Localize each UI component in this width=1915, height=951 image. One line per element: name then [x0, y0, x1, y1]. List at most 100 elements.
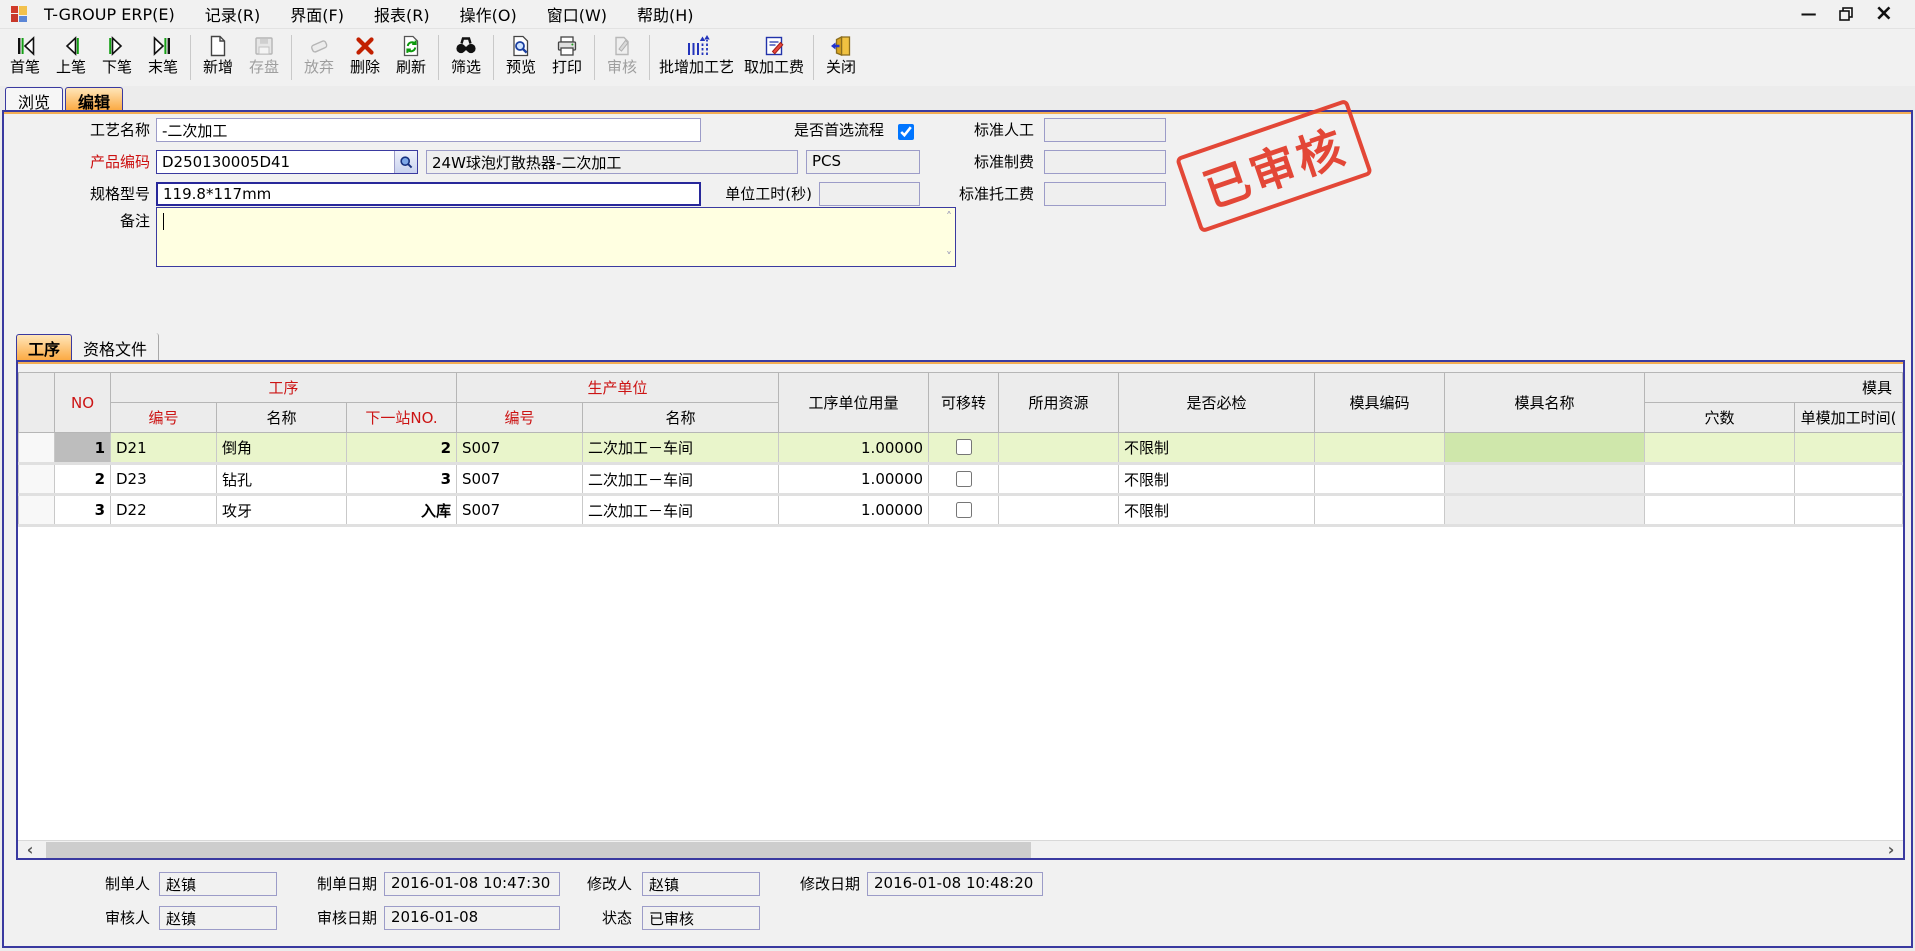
first-record-button[interactable]: 首笔	[2, 31, 48, 76]
menu-app[interactable]: T-GROUP ERP(E)	[40, 5, 190, 24]
cell-unit-name[interactable]: 二次加工－车间	[583, 464, 779, 495]
row-selector[interactable]	[19, 464, 55, 495]
col-mold-name: 模具名称	[1445, 373, 1645, 433]
save-button[interactable]: 存盘	[241, 31, 287, 76]
movable-checkbox[interactable]	[956, 502, 972, 518]
tab-edit[interactable]: 编辑	[65, 87, 123, 110]
scroll-right-icon[interactable]: ›	[1879, 842, 1903, 858]
product-code-input[interactable]	[157, 151, 394, 173]
menu-window[interactable]: 窗口(W)	[532, 2, 622, 26]
spec-input[interactable]	[156, 182, 701, 206]
movable-checkbox[interactable]	[956, 471, 972, 487]
toolbar-label: 新增	[203, 59, 233, 76]
menu-bar: T-GROUP ERP(E) 记录(R) 界面(F) 报表(R) 操作(O) 窗…	[0, 0, 1915, 28]
last-record-button[interactable]: 末笔	[140, 31, 186, 76]
cell-no[interactable]: 1	[55, 433, 111, 464]
menu-record[interactable]: 记录(R)	[190, 2, 276, 26]
cell-resource[interactable]	[999, 495, 1119, 526]
unit-field[interactable]: PCS	[806, 150, 920, 174]
std-overhead-field[interactable]	[1044, 150, 1166, 174]
cell-cavity[interactable]	[1645, 433, 1795, 464]
scroll-down-icon[interactable]: ˅	[946, 252, 952, 262]
std-outwork-field[interactable]	[1044, 182, 1166, 206]
get-fee-button[interactable]: 取加工费	[739, 31, 809, 76]
movable-checkbox[interactable]	[956, 439, 972, 455]
cell-cavity[interactable]	[1645, 464, 1795, 495]
new-button[interactable]: 新增	[195, 31, 241, 76]
scroll-up-icon[interactable]: ˄	[946, 212, 952, 222]
toolbar-label: 打印	[552, 59, 582, 76]
filter-button[interactable]: 筛选	[443, 31, 489, 76]
cell-mold-time[interactable]	[1795, 495, 1903, 526]
restore-button[interactable]	[1839, 7, 1853, 21]
menu-interface[interactable]: 界面(F)	[275, 2, 359, 26]
cell-qty[interactable]: 1.00000	[779, 433, 929, 464]
cell-next-no[interactable]: 入库	[347, 495, 457, 526]
discard-button[interactable]: 放弃	[296, 31, 342, 76]
cell-process-name[interactable]: 倒角	[217, 433, 347, 464]
product-lookup-button[interactable]	[394, 151, 417, 173]
cell-no[interactable]: 3	[55, 495, 111, 526]
cell-mold-code[interactable]	[1315, 464, 1445, 495]
cell-no[interactable]: 2	[55, 464, 111, 495]
cell-process-code[interactable]: D22	[111, 495, 217, 526]
row-selector[interactable]	[19, 433, 55, 464]
print-button[interactable]: 打印	[544, 31, 590, 76]
delete-button[interactable]: 删除	[342, 31, 388, 76]
close-window-button[interactable]: ×	[1875, 7, 1893, 21]
horizontal-scrollbar[interactable]: ‹ ›	[18, 840, 1903, 858]
minimize-button[interactable]: —	[1801, 6, 1817, 22]
row-selector[interactable]	[19, 495, 55, 526]
cell-inspect[interactable]: 不限制	[1119, 433, 1315, 464]
remark-textarea[interactable]: ˄ ˅	[156, 207, 956, 267]
menu-help[interactable]: 帮助(H)	[622, 2, 709, 26]
tab-browse[interactable]: 浏览	[5, 87, 63, 110]
process-name-input[interactable]	[156, 118, 701, 142]
product-name-field[interactable]: 24W球泡灯散热器-二次加工	[426, 150, 798, 174]
cell-mold-time[interactable]	[1795, 433, 1903, 464]
cell-unit-code[interactable]: S007	[457, 495, 583, 526]
cell-mold-time[interactable]	[1795, 464, 1903, 495]
cell-next-no[interactable]: 3	[347, 464, 457, 495]
unit-time-field[interactable]	[819, 182, 920, 206]
cell-inspect[interactable]: 不限制	[1119, 464, 1315, 495]
toolbar-label: 审核	[607, 59, 637, 76]
cell-qty[interactable]: 1.00000	[779, 495, 929, 526]
cell-inspect[interactable]: 不限制	[1119, 495, 1315, 526]
cell-mold-code[interactable]	[1315, 433, 1445, 464]
prev-record-button[interactable]: 上笔	[48, 31, 94, 76]
menu-report[interactable]: 报表(R)	[359, 2, 445, 26]
cell-process-code[interactable]: D23	[111, 464, 217, 495]
menu-operate[interactable]: 操作(O)	[445, 2, 532, 26]
batch-add-process-button[interactable]: 批增加工艺	[654, 31, 739, 76]
cell-cavity[interactable]	[1645, 495, 1795, 526]
preferred-flow-checkbox[interactable]	[898, 124, 914, 140]
cell-process-name[interactable]: 钻孔	[217, 464, 347, 495]
preview-button[interactable]: 预览	[498, 31, 544, 76]
std-labor-field[interactable]	[1044, 118, 1166, 142]
cell-mold-name[interactable]	[1445, 433, 1645, 464]
cell-mold-code[interactable]	[1315, 495, 1445, 526]
tab-qualification-docs[interactable]: 资格文件	[72, 333, 159, 360]
refresh-button[interactable]: 刷新	[388, 31, 434, 76]
cell-resource[interactable]	[999, 433, 1119, 464]
scrollbar-thumb[interactable]	[46, 842, 1031, 858]
cell-unit-code[interactable]: S007	[457, 433, 583, 464]
cell-unit-code[interactable]: S007	[457, 464, 583, 495]
cell-resource[interactable]	[999, 464, 1119, 495]
audit-button[interactable]: 审核	[599, 31, 645, 76]
cell-mold-name[interactable]	[1445, 495, 1645, 526]
cell-unit-name[interactable]: 二次加工－车间	[583, 433, 779, 464]
toolbar-label: 删除	[350, 59, 380, 76]
cell-qty[interactable]: 1.00000	[779, 464, 929, 495]
close-button[interactable]: 关闭	[818, 31, 864, 76]
cell-next-no[interactable]: 2	[347, 433, 457, 464]
cell-mold-name[interactable]	[1445, 464, 1645, 495]
scroll-left-icon[interactable]: ‹	[18, 842, 42, 858]
next-record-button[interactable]: 下笔	[94, 31, 140, 76]
cell-process-name[interactable]: 攻牙	[217, 495, 347, 526]
cell-unit-name[interactable]: 二次加工－车间	[583, 495, 779, 526]
col-movable: 可移转	[929, 373, 999, 433]
tab-process[interactable]: 工序	[16, 334, 72, 360]
cell-process-code[interactable]: D21	[111, 433, 217, 464]
